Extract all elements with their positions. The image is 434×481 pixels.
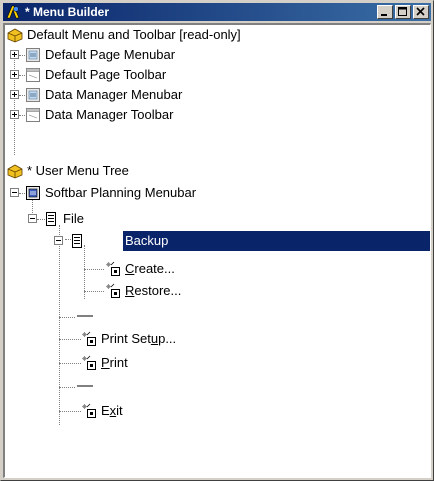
tree-node-data-manager-menubar[interactable]: Data Manager Menubar xyxy=(5,85,430,105)
minimize-icon xyxy=(381,14,387,16)
expand-icon[interactable] xyxy=(10,110,19,119)
menubar-icon xyxy=(26,48,40,62)
menubar-icon xyxy=(26,186,40,200)
node-label: * User Menu Tree xyxy=(27,163,129,178)
maximize-button[interactable] xyxy=(395,5,411,19)
tree-node-restore[interactable]: Restore... xyxy=(5,281,430,301)
tree-node-default-page-menubar[interactable]: Default Page Menubar xyxy=(5,45,430,65)
collapse-icon[interactable] xyxy=(54,236,63,245)
tree-line xyxy=(59,225,60,425)
menu-item-icon xyxy=(82,331,96,346)
expand-icon[interactable] xyxy=(10,90,19,99)
collapse-icon[interactable] xyxy=(28,214,37,223)
tree-node-exit[interactable]: Exit xyxy=(5,401,430,421)
menu-separator[interactable] xyxy=(77,385,93,387)
menu-item-icon xyxy=(106,283,120,298)
node-label: Exit xyxy=(101,403,123,418)
tree-node-print[interactable]: Print xyxy=(5,353,430,373)
node-label: Create... xyxy=(125,261,175,276)
node-label: File xyxy=(63,211,84,226)
tree-node-backup[interactable]: Backup xyxy=(5,231,430,251)
menu-builder-window: * Menu Builder Default Menu and Toolbar … xyxy=(0,0,434,481)
tree-node-default-root[interactable]: Default Menu and Toolbar [read-only] xyxy=(5,25,430,45)
node-label: Data Manager Menubar xyxy=(45,87,183,102)
menu-item-icon xyxy=(82,355,96,370)
menu-item-icon xyxy=(82,403,96,418)
window-title: * Menu Builder xyxy=(25,5,110,19)
tree-node-print-setup[interactable]: Print Setup... xyxy=(5,329,430,349)
tree-node-user-root[interactable]: * User Menu Tree xyxy=(5,161,430,181)
close-icon xyxy=(416,7,425,16)
node-label: Data Manager Toolbar xyxy=(45,107,174,122)
title-bar[interactable]: * Menu Builder xyxy=(3,3,431,21)
menu-tree[interactable]: Default Menu and Toolbar [read-only] Def… xyxy=(3,23,431,478)
app-icon xyxy=(6,5,20,19)
menubar-icon xyxy=(26,88,40,102)
collapse-icon[interactable] xyxy=(10,188,19,197)
menu-separator[interactable] xyxy=(77,315,93,317)
node-label: Print Setup... xyxy=(101,331,177,346)
toolbar-icon xyxy=(26,108,40,122)
tree-node-default-page-toolbar[interactable]: Default Page Toolbar xyxy=(5,65,430,85)
close-button[interactable] xyxy=(413,5,429,19)
minimize-button[interactable] xyxy=(377,5,393,19)
node-label: Restore... xyxy=(125,283,182,298)
package-icon xyxy=(7,28,23,43)
node-label: Softbar Planning Menubar xyxy=(45,185,197,200)
node-label: Default Page Menubar xyxy=(45,47,176,62)
menu-icon xyxy=(46,212,56,226)
node-label: Backup xyxy=(123,233,171,249)
node-label: Print xyxy=(101,355,128,370)
node-label: Default Page Toolbar xyxy=(45,67,167,82)
tree-line xyxy=(59,387,75,388)
tree-node-create[interactable]: Create... xyxy=(5,259,430,279)
node-label: Default Menu and Toolbar [read-only] xyxy=(27,27,241,42)
tree-line xyxy=(59,317,75,318)
tree-node-data-manager-toolbar[interactable]: Data Manager Toolbar xyxy=(5,105,430,125)
toolbar-icon xyxy=(26,68,40,82)
expand-icon[interactable] xyxy=(10,70,19,79)
maximize-icon xyxy=(398,7,407,16)
tree-node-softbar-planning-menubar[interactable]: Softbar Planning Menubar xyxy=(5,183,430,203)
expand-icon[interactable] xyxy=(10,50,19,59)
tree-node-file[interactable]: File xyxy=(5,209,430,229)
menu-icon xyxy=(72,234,82,248)
package-icon xyxy=(7,164,23,179)
menu-item-icon xyxy=(106,261,120,276)
